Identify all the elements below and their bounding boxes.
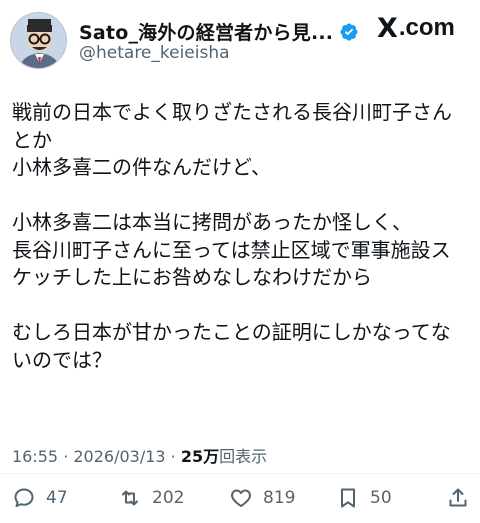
post-line: ケッチした上にお咎めなしなわけだから (12, 265, 372, 289)
divider (0, 473, 480, 474)
post-line: 戦前の日本でよく取りざたされる長谷川町子さん (12, 100, 452, 124)
post-line: 小林多喜二は本当に拷問があったか怪しく、 (12, 210, 412, 234)
reply-count: 47 (46, 488, 68, 508)
x-logo-icon: X (377, 12, 398, 44)
post-text: 戦前の日本でよく取りざたされる長谷川町子さん とか 小林多喜二の件なんだけど、 … (12, 99, 468, 374)
post-header: Sato_海外の経営者から見... @hetare_keieisha X .co… (0, 0, 480, 80)
x-logo-text: .com (398, 14, 455, 41)
verified-badge-icon (339, 22, 359, 42)
author-name-row[interactable]: Sato_海外の経営者から見... (79, 18, 359, 45)
author-display-name[interactable]: Sato_海外の経営者から見... (79, 18, 333, 45)
author-handle[interactable]: @hetare_keieisha (79, 43, 230, 63)
bookmark-count: 50 (370, 488, 392, 508)
reply-icon (14, 488, 34, 507)
post-line: とか (12, 127, 52, 152)
avatar[interactable] (10, 12, 67, 69)
repost-count: 202 (152, 488, 185, 508)
post-line: 長谷川町子さんに至っては禁止区域で軍事施設ス (12, 237, 451, 262)
reply-button[interactable]: 47 (12, 478, 68, 518)
bookmark-button[interactable]: 50 (336, 478, 392, 518)
share-icon (449, 488, 467, 507)
action-bar: 47 202 819 50 (0, 478, 480, 518)
repost-icon (122, 490, 138, 506)
post-timestamp[interactable]: 16:55 · 2026/03/13 · (12, 447, 181, 466)
repost-button[interactable]: 202 (118, 478, 184, 518)
views-count: 25万 (180, 447, 220, 466)
avatar-illustration (11, 13, 66, 68)
views-label: 回表示 (219, 447, 268, 466)
heart-icon (231, 489, 251, 507)
post-line: いのでは？ (12, 347, 112, 372)
post-meta: 16:55 · 2026/03/13 · 25万回表示 (12, 443, 267, 467)
post-line: むしろ日本が甘かったことの証明にしかなってな (12, 320, 451, 344)
like-button[interactable]: 819 (229, 478, 295, 518)
bookmark-icon (341, 488, 355, 508)
share-button[interactable] (446, 478, 470, 518)
like-count: 819 (263, 488, 296, 508)
post-line: 小林多喜二の件なんだけど、 (12, 155, 271, 179)
x-logo: X .com (377, 14, 455, 42)
